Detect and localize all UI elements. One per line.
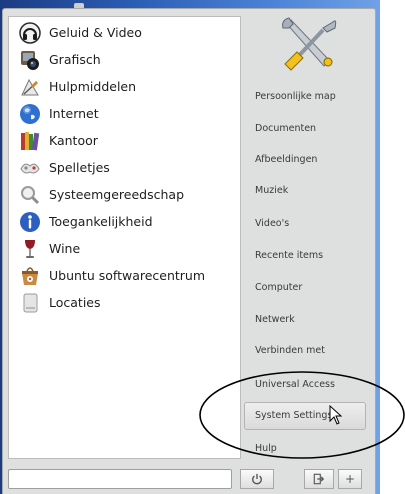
category-label: Ubuntu softwarecentrum [49,268,206,283]
category-label: Kantoor [49,133,98,148]
logout-arrow-icon [313,473,325,485]
category-label: Locaties [49,295,101,310]
desktop-margin [380,0,405,494]
power-icon [251,473,263,485]
place-label: Hulp [255,443,277,454]
category-label: Grafisch [49,52,101,67]
category-item-internet[interactable]: Internet [9,102,240,128]
category-item-geluid-video[interactable]: Geluid & Video [9,21,240,47]
category-label: Geluid & Video [49,25,142,40]
place-label: Computer [255,282,303,293]
drive-icon [19,292,41,314]
books-icon [19,130,41,152]
place-item-netwerk[interactable]: Netwerk [244,306,366,334]
category-label: Toegankelijkheid [49,214,153,229]
places-panel: Persoonlijke map Documenten Afbeeldingen… [244,16,372,459]
software-center-icon [19,265,41,287]
category-label: Spelletjes [49,160,110,175]
category-item-spelletjes[interactable]: Spelletjes [9,156,240,182]
category-item-toegankelijkheid[interactable]: Toegankelijkheid [9,210,240,236]
place-item-documenten[interactable]: Documenten [244,115,366,143]
place-item-afbeeldingen[interactable]: Afbeeldingen [244,146,366,174]
place-label: Documenten [255,123,317,134]
add-button[interactable]: + [338,469,362,489]
cards-icon [19,157,41,179]
place-label: Verbinden met [255,345,325,356]
place-item-persoonlijke-map[interactable]: Persoonlijke map [244,83,366,111]
category-label: Systeemgereedschap [49,187,185,202]
mouse-cursor-icon [329,404,343,425]
place-item-recente-items[interactable]: Recente items [244,242,366,270]
category-label: Hulpmiddelen [49,79,137,94]
place-item-system-settings[interactable]: System Settings [244,402,366,430]
place-label: Afbeeldingen [255,154,318,165]
tools-emblem-icon [279,16,339,74]
category-item-hulpmiddelen[interactable]: Hulpmiddelen [9,75,240,101]
place-item-computer[interactable]: Computer [244,274,366,302]
globe-icon [19,103,41,125]
category-label: Wine [49,241,81,256]
search-input[interactable] [8,469,232,489]
place-item-hulp[interactable]: Hulp [244,435,366,463]
place-label: Recente items [255,250,324,261]
category-list: Geluid & Video Grafisch Hulpmiddelen Int… [8,16,241,459]
category-item-wine[interactable]: Wine [9,237,240,263]
place-label: Muziek [255,185,289,196]
magnifier-icon [19,184,41,206]
logout-button[interactable] [304,469,334,489]
accessibility-icon [19,211,41,233]
place-item-muziek[interactable]: Muziek [244,177,366,205]
shutdown-button[interactable] [240,469,274,489]
place-label: Persoonlijke map [255,91,336,102]
place-label: Netwerk [255,314,295,325]
place-item-verbinden-met[interactable]: Verbinden met [244,337,366,365]
place-label: Video's [255,218,290,229]
category-item-kantoor[interactable]: Kantoor [9,129,240,155]
category-item-systeemgereedschap[interactable]: Systeemgereedschap [9,183,240,209]
camera-icon [19,49,41,71]
place-item-universal-access[interactable]: Universal Access [244,371,366,399]
category-item-grafisch[interactable]: Grafisch [9,48,240,74]
place-label: Universal Access [255,379,335,390]
place-label: System Settings [255,410,333,421]
category-item-ubuntu-softwarecentrum[interactable]: Ubuntu softwarecentrum [9,264,240,290]
category-item-locaties[interactable]: Locaties [9,291,240,317]
wine-glass-icon [19,238,41,260]
calculator-icon [19,76,41,98]
category-label: Internet [49,106,99,121]
place-item-videos[interactable]: Video's [244,210,366,238]
headphones-icon [19,22,41,44]
